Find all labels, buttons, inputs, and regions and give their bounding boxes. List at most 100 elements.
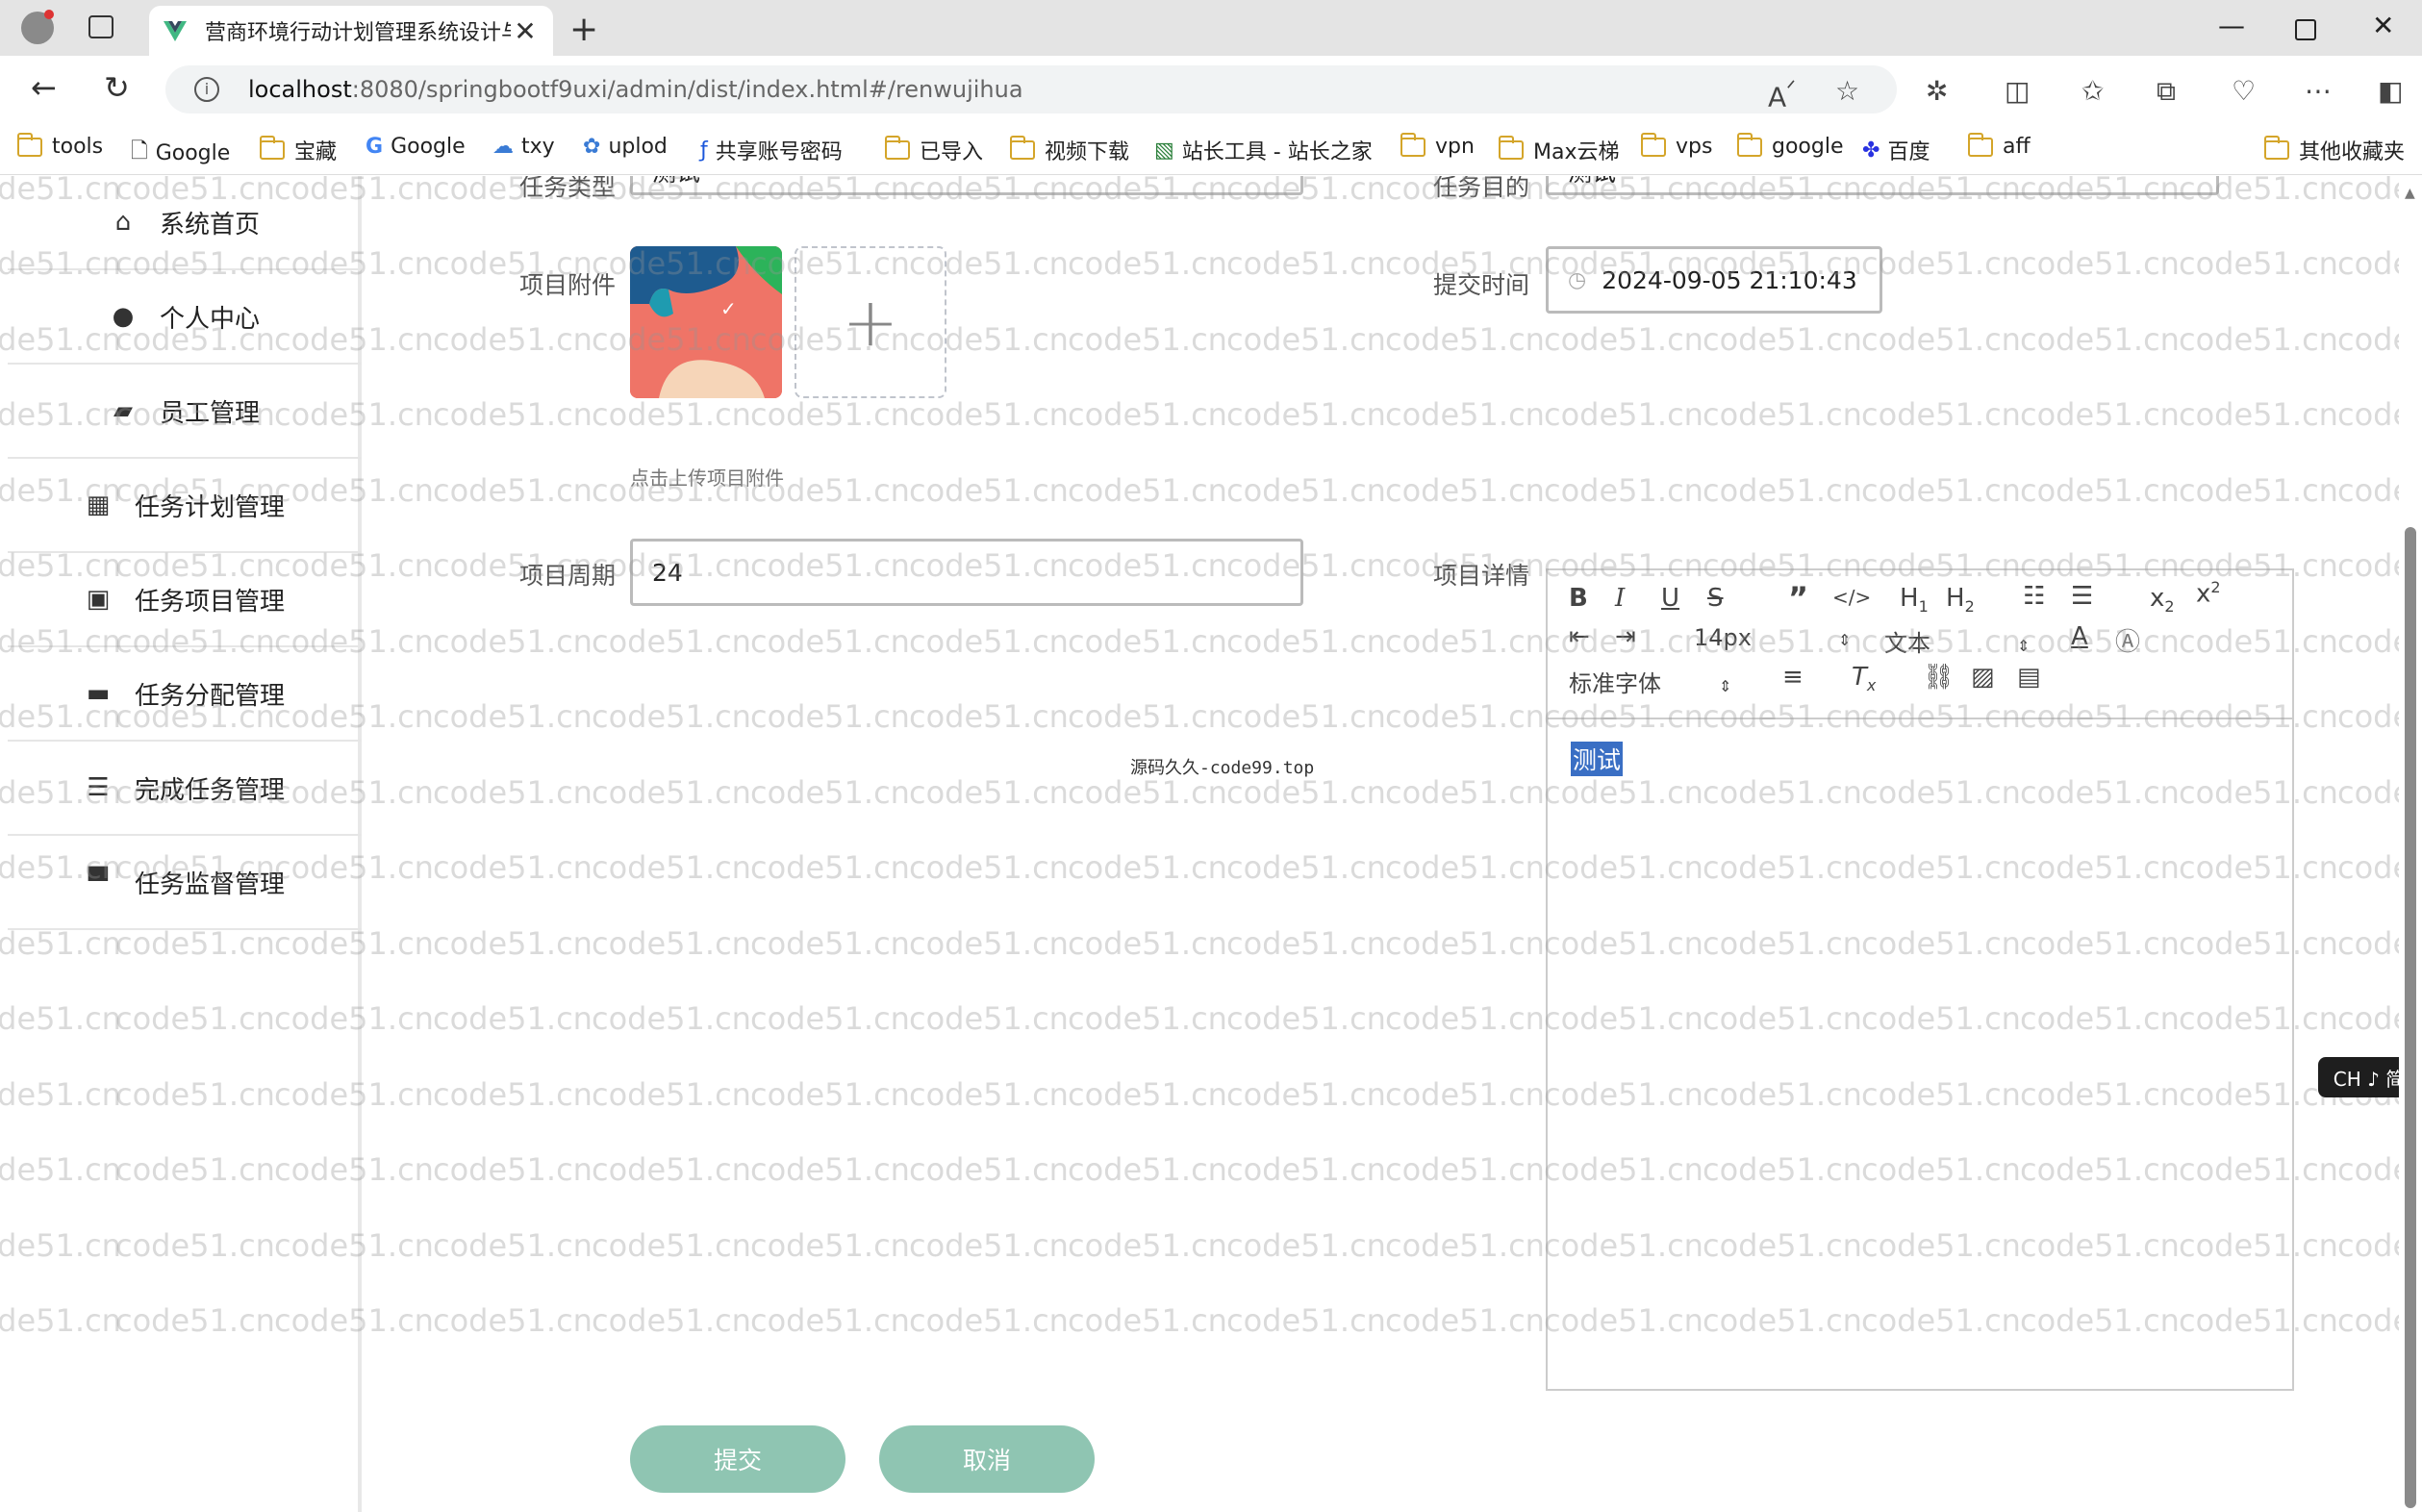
indent-icon[interactable]: ⇥ — [1615, 622, 1636, 651]
watermark-text: code51.cn — [1226, 925, 1386, 962]
heading2-icon[interactable]: H2 — [1946, 584, 1975, 616]
bookmark-shared-accounts[interactable]: ƒ 共享账号密码 — [700, 135, 843, 165]
sidebar-item-task-plan[interactable]: ▦ 任务计划管理 — [8, 459, 362, 553]
watermark-text: code51.cn — [1068, 1076, 1227, 1113]
new-tab-icon[interactable]: + — [569, 10, 598, 49]
bookmark-vps[interactable]: vps — [1641, 132, 1712, 159]
uploaded-image-thumbnail[interactable]: ✓ — [630, 246, 782, 398]
page-scrollbar[interactable]: ▲ — [2399, 176, 2422, 1512]
more-menu-icon[interactable]: ⋯ — [2305, 75, 2332, 107]
site-info-icon[interactable]: i — [194, 77, 219, 102]
bookmark-other-favorites[interactable]: 其他收藏夹 — [2264, 135, 2405, 165]
address-bar[interactable]: i localhost:8080/springbootf9uxi/admin/d… — [165, 65, 1897, 113]
back-icon[interactable]: ← — [31, 69, 57, 106]
bookmark-tools[interactable]: tools — [17, 132, 103, 159]
link-icon[interactable]: ⛓ — [1923, 663, 1955, 692]
bookmark-chinaz[interactable]: ▧ 站长工具 - 站长之家 — [1154, 135, 1373, 165]
sidebar-item-personal[interactable]: ● 个人中心 — [8, 270, 362, 365]
minimize-icon[interactable]: — — [2218, 10, 2245, 41]
sidebar-item-task-supervise[interactable]: ▀ 任务监督管理 — [8, 836, 362, 930]
bookmark-baozang[interactable]: 宝藏 — [260, 135, 337, 165]
video-icon[interactable]: ▤ — [2017, 663, 2041, 692]
strikethrough-icon[interactable]: S — [1707, 584, 1724, 613]
bookmark-baidu[interactable]: ✤ 百度 — [1862, 135, 1930, 165]
watermark-text: code51.cn — [1068, 849, 1227, 886]
sidebar-item-task-assign[interactable]: ▬ 任务分配管理 — [8, 647, 362, 742]
favorite-star-icon[interactable]: ☆ — [1835, 75, 1859, 107]
heading-select[interactable]: 文本 ⇕ — [1884, 624, 2030, 658]
outdent-icon[interactable]: ⇤ — [1569, 622, 1590, 651]
image-preview-icon: ✓ — [630, 246, 782, 398]
sidebar-item-employees[interactable]: ▰ 员工管理 — [8, 365, 362, 459]
bullet-list-icon[interactable]: ☰ — [2071, 582, 2093, 611]
restore-icon[interactable] — [2295, 19, 2316, 40]
bookmark-video-download[interactable]: 视频下载 — [1010, 135, 1129, 165]
bookmark-txy[interactable]: ☁ txy — [492, 135, 555, 159]
watermark-text: code51.cn — [592, 698, 751, 735]
close-tab-icon[interactable]: ✕ — [511, 15, 540, 47]
watermark-text: code51.cn — [909, 698, 1069, 735]
watermark-text: code51.cn — [1385, 1151, 1545, 1188]
watermark-text: code51.cn — [1226, 1302, 1386, 1339]
watermark-text: code51.cn — [592, 1302, 751, 1339]
submit-button[interactable]: 提交 — [630, 1425, 845, 1493]
bookmark-uplod[interactable]: ✿ uplod — [583, 135, 668, 159]
code-block-icon[interactable]: </> — [1832, 586, 1871, 609]
underline-icon[interactable]: U — [1661, 584, 1679, 613]
rich-text-editor[interactable]: B I U S ” </> H1 H2 ☷ ☰ x2 x2 ⇤ ⇥ 14px ⇕ … — [1546, 568, 2294, 1391]
text-color-icon[interactable]: A — [2071, 622, 2088, 651]
align-icon[interactable]: ≡ — [1782, 663, 1804, 692]
ordered-list-icon[interactable]: ☷ — [2023, 582, 2045, 611]
watermark-text: code51.cn — [1385, 925, 1545, 962]
watermark-text: code51.cn — [1861, 396, 2021, 433]
blockquote-icon[interactable]: ” — [1788, 580, 1808, 617]
font-family-select[interactable]: 标准字体 ⇕ — [1569, 665, 1731, 698]
sidebar-item-home[interactable]: ⌂ 系统首页 — [8, 176, 362, 270]
task-goal-input[interactable]: 测试 — [1546, 176, 2219, 195]
superscript-icon[interactable]: x2 — [2196, 578, 2221, 609]
bookmark-google-folder[interactable]: google — [1737, 132, 1844, 159]
bookmark-google[interactable]: G Google — [366, 135, 466, 159]
browser-tab-active[interactable]: 营商环境行动计划管理系统设计与 ✕ — [149, 6, 553, 56]
reload-icon[interactable]: ↻ — [104, 69, 130, 106]
sidebar-item-task-complete[interactable]: ☰ 完成任务管理 — [8, 742, 362, 836]
submit-time-input[interactable]: ◷ 2024-09-05 21:10:43 — [1546, 246, 1882, 314]
list-icon: ☰ — [87, 773, 110, 802]
favorites-icon[interactable]: ✩ — [2081, 75, 2104, 107]
editor-content[interactable]: 测试 — [1571, 742, 1624, 776]
watermark-text: code51.cn — [433, 1151, 593, 1188]
background-color-icon[interactable]: Ⓐ — [2115, 622, 2140, 658]
sidebar-item-task-project[interactable]: ▣ 任务项目管理 — [8, 553, 362, 647]
bookmark-google-page[interactable]: 🗋 Google — [131, 135, 230, 171]
collections-icon[interactable]: ⧉ — [2157, 75, 2176, 108]
browser-essentials-icon[interactable]: ♡ — [2232, 75, 2256, 107]
read-aloud-icon[interactable]: Aᐟ — [1768, 75, 1796, 113]
heading1-icon[interactable]: H1 — [1900, 584, 1929, 616]
bold-icon[interactable]: B — [1569, 584, 1588, 613]
folder-icon — [17, 132, 42, 157]
task-type-input[interactable]: 测试 — [630, 176, 1303, 195]
bookmark-aff[interactable]: aff — [1968, 132, 2031, 159]
image-icon[interactable]: ▨ — [1971, 663, 1995, 692]
clear-format-icon[interactable]: Tx — [1852, 663, 1876, 694]
subscript-icon[interactable]: x2 — [2150, 584, 2175, 616]
upload-add-button[interactable]: + — [795, 246, 946, 398]
bookmark-vpn[interactable]: vpn — [1400, 132, 1475, 159]
sidebar-toggle-icon[interactable]: ◧ — [2378, 75, 2403, 107]
italic-icon[interactable]: I — [1615, 584, 1625, 613]
watermark-text: code51.cn — [592, 1227, 751, 1264]
scrollbar-thumb[interactable] — [2405, 527, 2416, 1508]
scroll-up-icon[interactable]: ▲ — [2405, 186, 2415, 201]
font-size-select[interactable]: 14px ⇕ — [1694, 624, 1851, 651]
tab-actions-icon[interactable] — [88, 15, 114, 38]
watermark-text: code51.cn — [1226, 396, 1386, 433]
folder-icon — [1641, 132, 1666, 157]
close-window-icon[interactable]: ✕ — [2372, 10, 2394, 41]
cancel-button[interactable]: 取消 — [879, 1425, 1095, 1493]
bookmark-imported[interactable]: 已导入 — [885, 135, 983, 165]
extensions-icon[interactable]: ✲ — [1926, 75, 1948, 107]
cycle-input[interactable]: 24 — [630, 539, 1303, 606]
split-screen-icon[interactable]: ◫ — [2005, 75, 2030, 107]
watermark-text: code51.cn — [750, 623, 910, 660]
bookmark-max-ladder[interactable]: Max云梯 — [1499, 135, 1619, 165]
